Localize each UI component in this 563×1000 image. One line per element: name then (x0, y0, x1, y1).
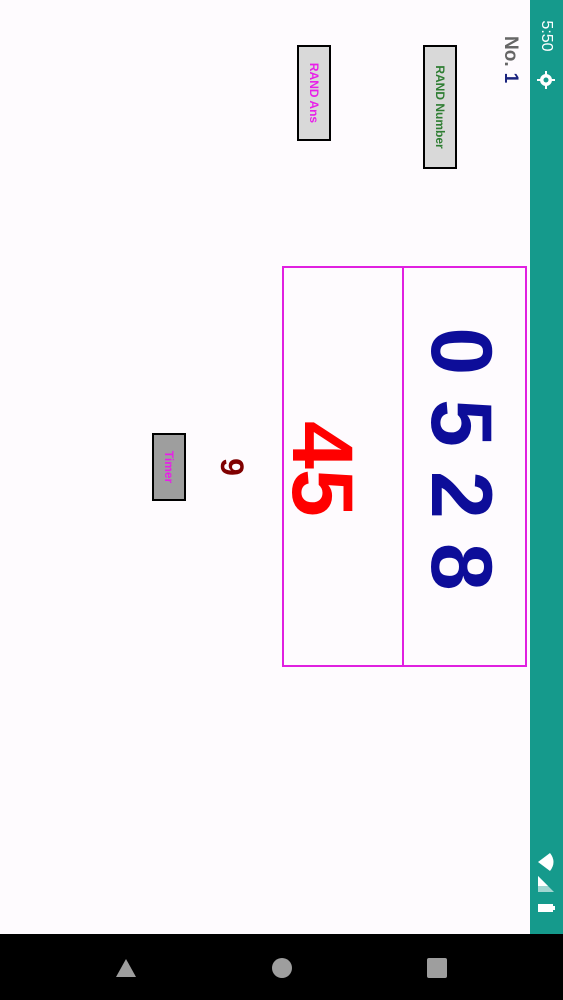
rand-ans-label: RAND Ans (307, 62, 321, 124)
battery-icon (536, 898, 556, 918)
rand-number-button[interactable]: RAND Number (423, 45, 457, 169)
wifi-signal-icon (536, 852, 556, 872)
answer-display: 45 (274, 421, 370, 517)
no-value: 1 (500, 72, 521, 84)
timer-count: 9 (214, 458, 250, 476)
home-circle-icon[interactable] (270, 956, 294, 980)
gear-icon (536, 70, 556, 90)
rand-ans-button[interactable]: RAND Ans (297, 45, 331, 141)
display-divider (402, 266, 404, 667)
cell-signal-icon (536, 874, 556, 894)
rand-number-label: RAND Number (433, 65, 447, 149)
timer-label: Timer (162, 450, 176, 484)
recents-square-icon[interactable] (425, 956, 449, 980)
no-text: No. (500, 36, 521, 67)
back-triangle-icon[interactable] (114, 956, 138, 980)
status-time: 5:50 (538, 20, 555, 52)
question-number-label: No. 1 (497, 36, 523, 108)
random-number-display: 0528 (413, 327, 509, 615)
status-bar (530, 0, 563, 934)
timer-button[interactable]: Timer (152, 433, 186, 501)
